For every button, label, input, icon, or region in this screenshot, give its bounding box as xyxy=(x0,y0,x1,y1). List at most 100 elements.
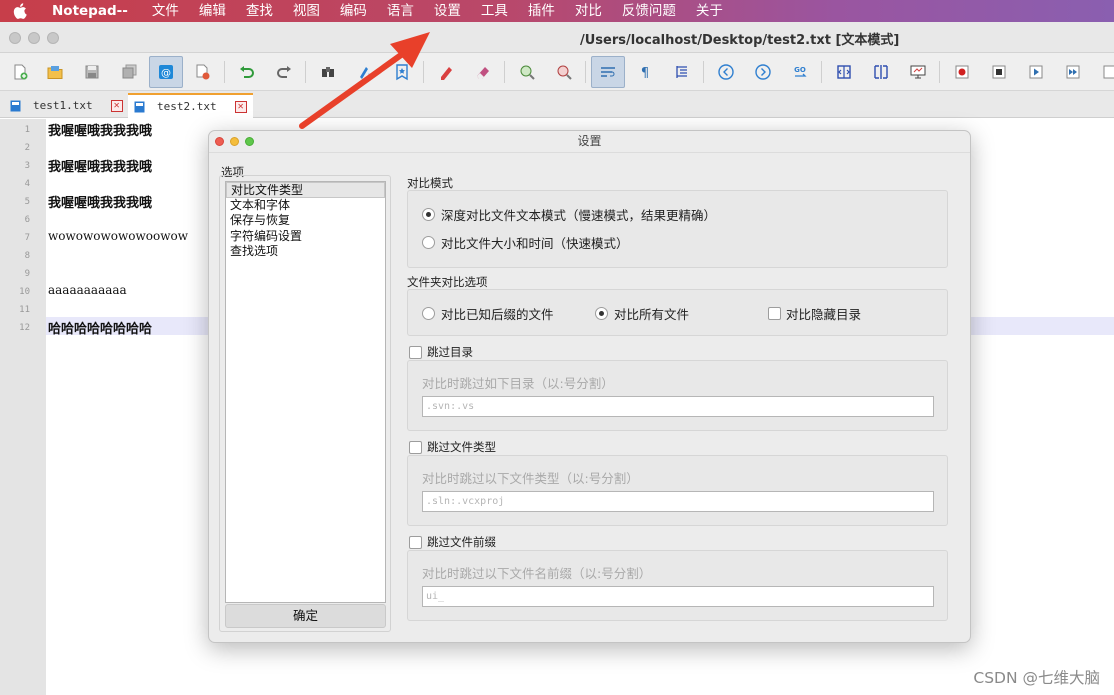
app-name-menu[interactable]: Notepad-- xyxy=(40,0,142,22)
option-item[interactable]: 字符编码设置 xyxy=(226,229,385,245)
settings-at-icon[interactable]: @ xyxy=(149,56,183,88)
option-item[interactable]: 文本和字体 xyxy=(226,198,385,214)
skip-dirs-group: 对比时跳过如下目录（以:号分割） .svn:.vs xyxy=(407,360,948,431)
checkbox-label: 跳过文件类型 xyxy=(427,440,496,454)
menu-feedback[interactable]: 反馈问题 xyxy=(612,0,686,22)
checkbox-box xyxy=(409,345,422,359)
tab-bar: test1.txt ✕ test2.txt ✕ xyxy=(0,91,1114,118)
checkbox-label: 对比隐藏目录 xyxy=(786,307,862,322)
line-number: 8 xyxy=(24,251,30,261)
tab-test2[interactable]: test2.txt ✕ xyxy=(128,93,253,118)
editor-line: 我喔喔哦我我我哦 xyxy=(48,124,153,139)
line-number: 5 xyxy=(24,197,30,207)
menu-language[interactable]: 语言 xyxy=(377,0,424,22)
minimize-window-button[interactable] xyxy=(28,32,40,44)
show-symbols-icon[interactable]: ¶ xyxy=(628,56,662,88)
folder-options-label: 文件夹对比选项 xyxy=(407,275,488,289)
line-number-gutter: 1 2 3 4 5 6 7 8 9 10 11 12 xyxy=(0,119,46,695)
hidden-dirs-checkbox[interactable]: 对比隐藏目录 xyxy=(768,304,861,323)
previous-icon[interactable] xyxy=(709,56,743,88)
svg-text:GO: GO xyxy=(794,66,806,74)
checkbox-box xyxy=(409,535,422,549)
dialog-zoom-button[interactable] xyxy=(245,137,254,146)
compare-mode-group: 深度对比文件文本模式（慢速模式，结果更精确） 对比文件大小和时间（快速模式） xyxy=(407,190,948,268)
checkbox-box xyxy=(768,307,781,320)
ok-button[interactable]: 确定 xyxy=(225,604,386,628)
split-view-icon[interactable] xyxy=(864,56,898,88)
file-icon xyxy=(10,100,21,111)
goto-icon[interactable]: GO xyxy=(783,56,817,88)
zoom-out-icon[interactable] xyxy=(547,56,581,88)
close-tab-icon[interactable]: ✕ xyxy=(110,99,123,112)
menu-bar: Notepad-- 文件 编辑 查找 视图 编码 语言 设置 工具 插件 对比 … xyxy=(0,0,1114,22)
close-file-icon[interactable] xyxy=(186,56,220,88)
skip-file-types-input[interactable]: .sln:.vcxproj xyxy=(422,491,934,512)
play-icon[interactable] xyxy=(1019,56,1053,88)
dialog-close-button[interactable] xyxy=(215,137,224,146)
all-files-radio[interactable]: 对比所有文件 xyxy=(595,304,689,323)
menu-find[interactable]: 查找 xyxy=(236,0,283,22)
quick-compare-radio[interactable]: 对比文件大小和时间（快速模式） xyxy=(422,233,629,252)
menu-tools[interactable]: 工具 xyxy=(471,0,518,22)
option-item[interactable]: 对比文件类型 xyxy=(226,182,385,198)
menu-file[interactable]: 文件 xyxy=(142,0,189,22)
window-titlebar: /Users/localhost/Desktop/test2.txt [文本模式… xyxy=(0,22,1114,53)
option-item[interactable]: 保存与恢复 xyxy=(226,213,385,229)
save-icon[interactable] xyxy=(75,56,109,88)
dialog-minimize-button[interactable] xyxy=(230,137,239,146)
zoom-in-icon[interactable] xyxy=(510,56,544,88)
apple-icon[interactable] xyxy=(0,0,40,22)
line-number: 12 xyxy=(19,323,30,333)
indent-guide-icon[interactable] xyxy=(665,56,699,88)
known-suffix-radio[interactable]: 对比已知后缀的文件 xyxy=(422,304,554,323)
new-file-icon[interactable] xyxy=(3,56,37,88)
skip-dirs-hint: 对比时跳过如下目录（以:号分割） xyxy=(422,376,614,391)
more-icon[interactable] xyxy=(1093,56,1114,88)
menu-compare[interactable]: 对比 xyxy=(565,0,612,22)
checkbox-label: 跳过文件前缀 xyxy=(427,535,496,549)
close-tab-icon[interactable]: ✕ xyxy=(234,100,247,113)
skip-prefix-checkbox[interactable]: 跳过文件前缀 xyxy=(409,534,496,550)
editor-line: aaaaaaaaaaa xyxy=(48,283,127,297)
fast-forward-icon[interactable] xyxy=(1056,56,1090,88)
options-list: 对比文件类型 文本和字体 保存与恢复 字符编码设置 查找选项 xyxy=(225,181,386,603)
editor-line: 哈哈哈哈哈哈哈哈 xyxy=(48,322,153,337)
tab-test1[interactable]: test1.txt ✕ xyxy=(4,93,129,118)
menu-edit[interactable]: 编辑 xyxy=(189,0,236,22)
menu-settings[interactable]: 设置 xyxy=(424,0,471,22)
window-title: /Users/localhost/Desktop/test2.txt [文本模式… xyxy=(580,33,900,48)
monitor-icon[interactable] xyxy=(901,56,935,88)
option-item[interactable]: 查找选项 xyxy=(226,244,385,260)
checkbox-box xyxy=(409,440,422,454)
eraser-icon[interactable] xyxy=(466,56,500,88)
save-all-icon[interactable] xyxy=(112,56,146,88)
skip-prefix-input[interactable]: ui_ xyxy=(422,586,934,607)
skip-dirs-input[interactable]: .svn:.vs xyxy=(422,396,934,417)
undo-icon[interactable] xyxy=(230,56,264,88)
menu-view[interactable]: 视图 xyxy=(283,0,330,22)
skip-dirs-checkbox[interactable]: 跳过目录 xyxy=(409,344,473,360)
skip-file-types-hint: 对比时跳过以下文件类型（以:号分割） xyxy=(422,471,639,486)
word-wrap-icon[interactable] xyxy=(591,56,625,88)
radio-dot xyxy=(422,208,435,221)
menu-plugins[interactable]: 插件 xyxy=(518,0,565,22)
open-folder-icon[interactable] xyxy=(38,56,72,88)
compare-icon[interactable] xyxy=(827,56,861,88)
record-icon[interactable] xyxy=(945,56,979,88)
radio-dot xyxy=(595,307,608,320)
line-number: 4 xyxy=(24,179,30,189)
next-icon[interactable] xyxy=(746,56,780,88)
deep-compare-radio[interactable]: 深度对比文件文本模式（慢速模式，结果更精确） xyxy=(422,205,716,224)
tab-label: test2.txt xyxy=(157,100,217,113)
zoom-window-button[interactable] xyxy=(47,32,59,44)
radio-label: 深度对比文件文本模式（慢速模式，结果更精确） xyxy=(441,208,717,223)
stop-icon[interactable] xyxy=(982,56,1016,88)
folder-options-group: 对比已知后缀的文件 对比所有文件 对比隐藏目录 xyxy=(407,289,948,336)
menu-encoding[interactable]: 编码 xyxy=(330,0,377,22)
close-window-button[interactable] xyxy=(9,32,21,44)
checkbox-label: 跳过目录 xyxy=(427,345,473,359)
radio-label: 对比文件大小和时间（快速模式） xyxy=(441,236,629,251)
skip-file-types-checkbox[interactable]: 跳过文件类型 xyxy=(409,439,496,455)
menu-about[interactable]: 关于 xyxy=(686,0,733,22)
settings-dialog: 设置 选项 对比文件类型 文本和字体 保存与恢复 字符编码设置 查找选项 确定 … xyxy=(208,130,971,643)
